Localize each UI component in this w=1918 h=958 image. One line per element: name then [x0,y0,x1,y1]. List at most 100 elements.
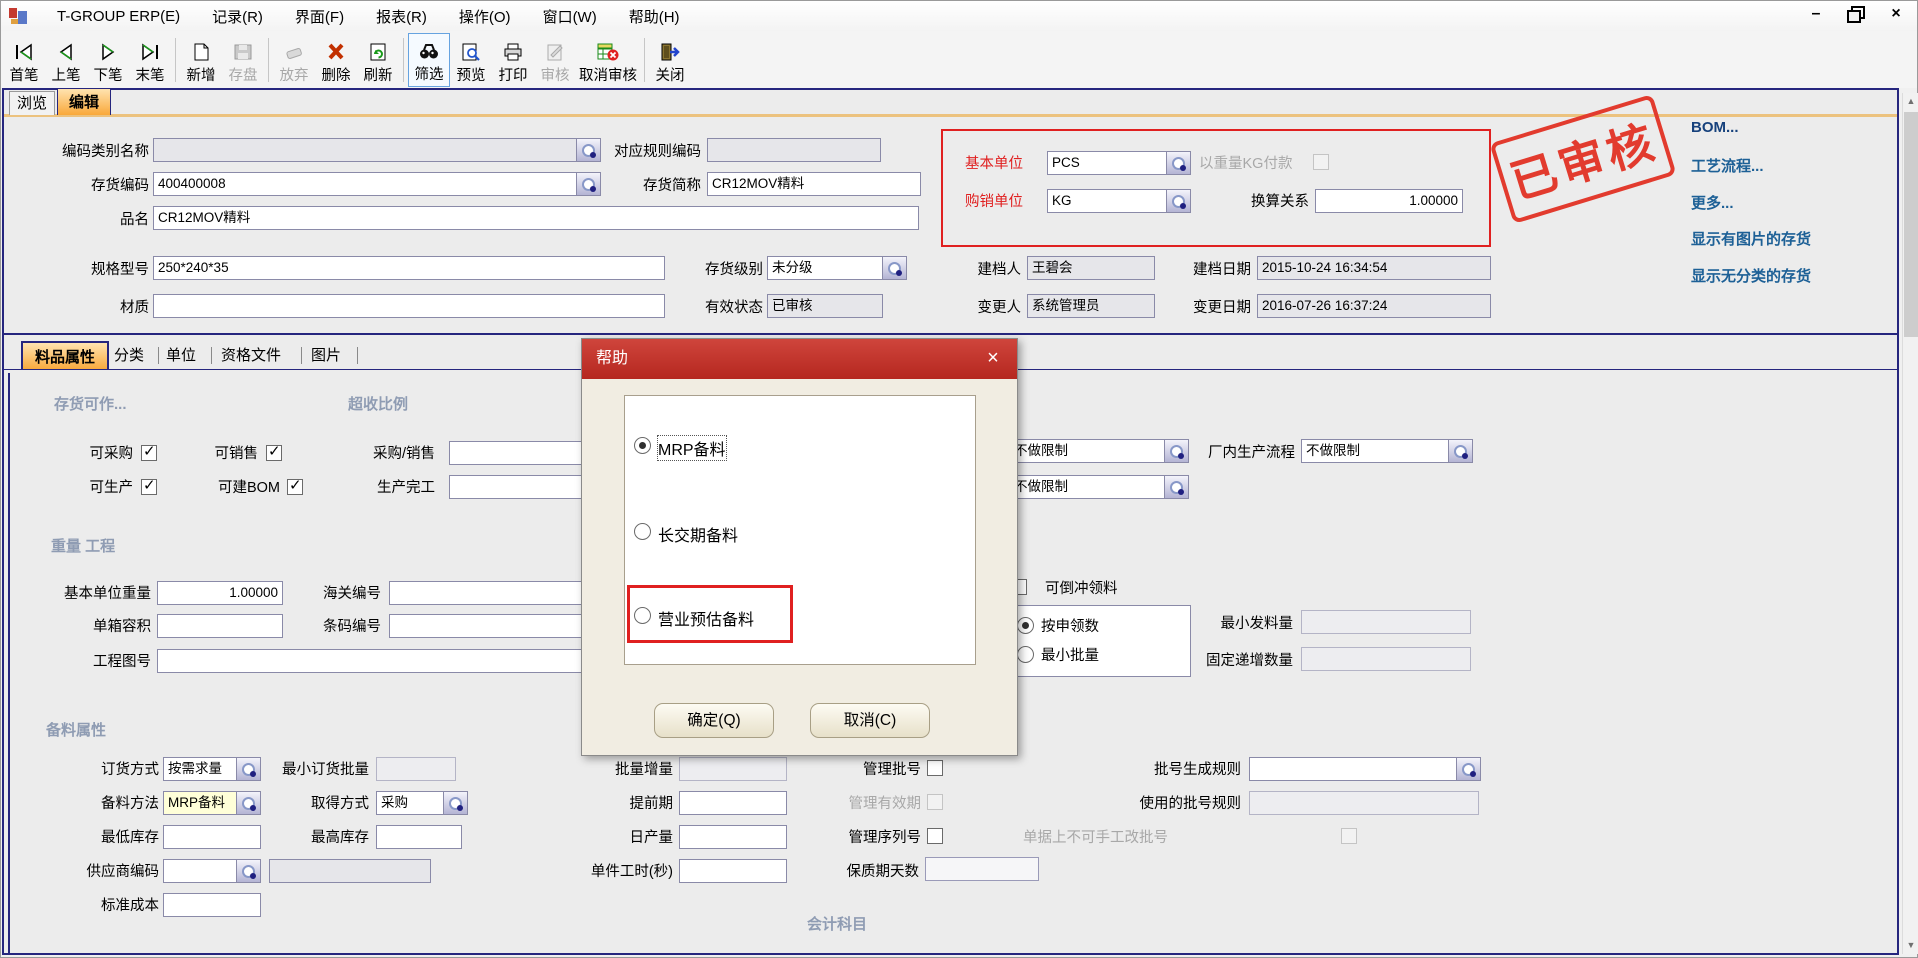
subtab-classification[interactable]: 分类 [114,346,144,366]
manage-validity-checkbox[interactable] [927,794,943,810]
option-long-lead-label[interactable]: 长交期备料 [658,522,738,546]
limit-lookup-button-2[interactable] [1165,475,1189,499]
restore-button[interactable] [1843,3,1869,25]
unit-weight-field[interactable]: 1.00000 [157,581,283,605]
spec-field[interactable]: 250*240*35 [153,256,665,280]
product-name-field[interactable]: CR12MOV精料 [153,206,919,230]
box-volume-field[interactable] [157,614,283,638]
trade-unit-lookup-button[interactable] [1167,189,1191,213]
prep-method-lookup-button[interactable] [237,791,261,815]
dialog-close-icon[interactable]: × [979,339,1007,379]
close-button[interactable]: 关闭 [649,33,691,87]
menu-help[interactable]: 帮助(H) [613,6,696,27]
acquire-lookup-button[interactable] [444,791,468,815]
next-record-button[interactable]: 下笔 [87,33,129,87]
scroll-down-icon[interactable]: ▼ [1903,937,1918,954]
supplier-code-field[interactable] [163,859,237,883]
delete-button[interactable]: 删除 [315,33,357,87]
subtab-item-attributes[interactable]: 料品属性 [21,341,109,370]
conversion-field[interactable]: 1.00000 [1315,189,1463,213]
no-manual-batch-checkbox[interactable] [1341,828,1357,844]
unit-time-field[interactable] [679,859,787,883]
manage-batch-checkbox[interactable] [927,760,943,776]
issue-min-batch-radio[interactable] [1017,646,1034,663]
batch-increment-field[interactable] [679,757,787,781]
std-cost-field[interactable] [163,893,261,917]
menu-record[interactable]: 记录(R) [196,6,279,27]
discard-button[interactable]: 放弃 [273,33,315,87]
refresh-button[interactable]: 刷新 [357,33,399,87]
shelf-life-field[interactable] [925,857,1039,881]
menu-report[interactable]: 报表(R) [360,6,443,27]
limit-lookup-button-1[interactable] [1165,439,1189,463]
option-forecast-radio[interactable] [634,607,651,624]
link-show-with-image[interactable]: 显示有图片的存货 [1691,228,1901,249]
batch-rule-field[interactable] [1249,757,1457,781]
prev-record-button[interactable]: 上笔 [45,33,87,87]
link-bom[interactable]: BOM... [1691,119,1901,136]
stock-code-field[interactable]: 400400008 [153,172,577,196]
min-order-field[interactable] [376,757,456,781]
prep-method-field[interactable]: MRP备料 [163,791,237,815]
save-button[interactable]: 存盘 [222,33,264,87]
drawing-no-field[interactable] [157,649,601,673]
rule-code-field[interactable] [707,138,881,162]
material-field[interactable] [153,294,665,318]
menu-interface[interactable]: 界面(F) [279,6,360,27]
subtab-images[interactable]: 图片 [311,346,341,366]
purchasable-checkbox[interactable] [141,445,157,461]
tab-browse[interactable]: 浏览 [9,91,55,115]
dialog-cancel-button[interactable]: 取消(C) [810,703,930,738]
vertical-scrollbar[interactable]: ▲ ▼ [1902,93,1918,954]
acquire-mode-field[interactable]: 采购 [376,791,444,815]
used-batch-rule-field[interactable] [1249,791,1479,815]
factory-flow-field[interactable]: 不做限制 [1301,439,1449,463]
producible-checkbox[interactable] [141,479,157,495]
link-show-unclassified[interactable]: 显示无分类的存货 [1691,265,1901,286]
limit-field-2[interactable]: 不做限制 [1009,475,1165,499]
option-forecast-label[interactable]: 营业预估备料 [658,606,754,630]
limit-field-1[interactable]: 不做限制 [1009,439,1165,463]
stock-code-lookup-button[interactable] [577,172,601,196]
order-mode-field[interactable]: 按需求量 [163,757,237,781]
new-button[interactable]: 新增 [180,33,222,87]
preview-button[interactable]: 预览 [450,33,492,87]
menu-window[interactable]: 窗口(W) [527,6,613,27]
filter-button[interactable]: 筛选 [408,33,450,87]
lead-time-field[interactable] [679,791,787,815]
cancel-audit-button[interactable]: 取消审核 [576,33,640,87]
order-mode-lookup-button[interactable] [237,757,261,781]
bom-allowed-checkbox[interactable] [287,479,303,495]
barcode-field[interactable] [389,614,601,638]
subtab-units[interactable]: 单位 [166,346,196,366]
link-more[interactable]: 更多... [1691,192,1901,213]
first-record-button[interactable]: 首笔 [3,33,45,87]
scrollbar-thumb[interactable] [1904,112,1918,337]
min-issue-field[interactable] [1301,610,1471,634]
menu-tgroup-erp[interactable]: T-GROUP ERP(E) [41,8,196,25]
pay-by-kg-checkbox[interactable] [1313,154,1329,170]
link-process-flow[interactable]: 工艺流程... [1691,155,1901,176]
subtab-qualification[interactable]: 资格文件 [221,346,281,366]
audit-button[interactable]: 审核 [534,33,576,87]
base-unit-field[interactable]: PCS [1047,151,1167,175]
last-record-button[interactable]: 末笔 [129,33,171,87]
dialog-ok-button[interactable]: 确定(Q) [654,703,774,738]
customs-code-field[interactable] [389,581,601,605]
minimize-button[interactable]: – [1803,3,1829,25]
trade-unit-field[interactable]: KG [1047,189,1167,213]
option-mrp-radio[interactable] [634,437,651,454]
category-lookup-button[interactable] [577,138,601,162]
fixed-increment-field[interactable] [1301,647,1471,671]
scroll-up-icon[interactable]: ▲ [1903,93,1918,110]
sellable-checkbox[interactable] [266,445,282,461]
stock-short-field[interactable]: CR12MOV精料 [707,172,921,196]
factory-flow-lookup-button[interactable] [1449,439,1473,463]
option-mrp-label[interactable]: MRP备料 [658,436,726,460]
print-button[interactable]: 打印 [492,33,534,87]
base-unit-lookup-button[interactable] [1167,151,1191,175]
stock-level-lookup-button[interactable] [883,256,907,280]
option-long-lead-radio[interactable] [634,523,651,540]
close-window-button[interactable]: × [1883,3,1909,25]
issue-by-request-radio[interactable] [1017,617,1034,634]
